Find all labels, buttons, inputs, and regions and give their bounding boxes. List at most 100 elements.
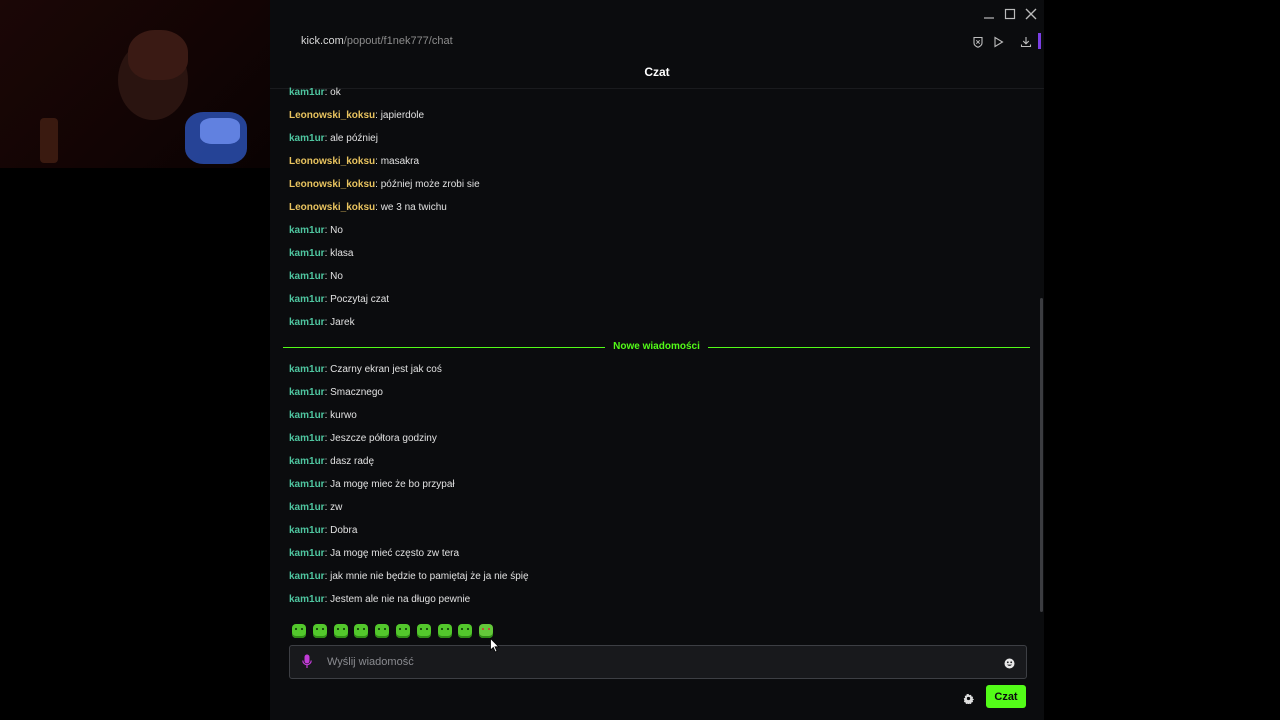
chat-message-text: kurwo	[330, 410, 357, 421]
chat-input-box[interactable]	[289, 645, 1027, 679]
chat-message-text: Poczytaj czat	[330, 294, 390, 305]
chat-username[interactable]: kam1ur	[289, 387, 325, 398]
chat-message: Leonowski_koksu: później może zrobi sie	[289, 179, 480, 190]
download-icon[interactable]	[1018, 35, 1034, 49]
chat-message-text: ok	[330, 87, 341, 98]
chat-message-input[interactable]	[327, 654, 987, 670]
emote-8-icon[interactable]	[437, 624, 452, 638]
chat-username[interactable]: kam1ur	[289, 410, 325, 421]
chat-message-list[interactable]: Nowe wiadomości kam1ur: ok Leonowski_koks…	[270, 84, 1044, 614]
extension-indicator	[1038, 33, 1041, 49]
chat-username[interactable]: kam1ur	[289, 502, 325, 513]
chat-username[interactable]: kam1ur	[289, 317, 325, 328]
play-icon[interactable]	[990, 35, 1006, 49]
webcam-overlay	[0, 0, 298, 168]
emote-4-icon[interactable]	[354, 624, 369, 638]
chat-username[interactable]: Leonowski_koksu	[289, 202, 375, 213]
chat-username[interactable]: kam1ur	[289, 571, 325, 582]
chat-message: kam1ur: kurwo	[289, 410, 357, 421]
chat-username[interactable]: kam1ur	[289, 594, 325, 605]
chat-message-text: ale później	[330, 133, 378, 144]
address-bar[interactable]: kick.com/popout/f1nek777/chat	[270, 28, 1044, 56]
chat-username[interactable]: Leonowski_koksu	[289, 156, 375, 167]
send-chat-button[interactable]: Czat	[986, 685, 1026, 708]
chat-message: kam1ur: jak mnie nie będzie to pamiętaj …	[289, 571, 529, 582]
chat-message-text: japierdole	[380, 110, 425, 121]
chat-message-text: No	[330, 225, 343, 236]
chat-message-text: Dobra	[330, 525, 358, 536]
chat-message-text: jak mnie nie będzie to pamiętaj że ja ni…	[330, 571, 529, 582]
chat-message: kam1ur: ale później	[289, 133, 378, 144]
chat-message: kam1ur: No	[289, 271, 343, 282]
chat-message-text: Jarek	[330, 317, 355, 328]
close-icon[interactable]	[1021, 5, 1041, 23]
url-host: kick.com	[301, 35, 344, 47]
chat-message: kam1ur: dasz radę	[289, 456, 375, 467]
chat-username[interactable]: Leonowski_koksu	[289, 110, 375, 121]
minimize-icon[interactable]	[979, 5, 999, 23]
chat-message: kam1ur: zw	[289, 502, 343, 513]
chat-message-text: masakra	[380, 156, 420, 167]
chat-message-text: klasa	[330, 248, 354, 259]
chat-message: kam1ur: ok	[289, 87, 341, 98]
chat-message-text: we 3 na twichu	[380, 202, 447, 213]
chat-username[interactable]: kam1ur	[289, 525, 325, 536]
window-title-bar	[270, 0, 1044, 28]
shield-icon[interactable]	[970, 35, 986, 49]
chat-username[interactable]: kam1ur	[289, 364, 325, 375]
chat-message-text: Smacznego	[330, 387, 383, 398]
chat-message-text: No	[330, 271, 343, 282]
chat-message-text: Jestem ale nie na długo pewnie	[330, 594, 471, 605]
chat-username[interactable]: kam1ur	[289, 548, 325, 559]
chat-username[interactable]: kam1ur	[289, 225, 325, 236]
chat-message: kam1ur: Jestem ale nie na długo pewnie	[289, 594, 471, 605]
emote-2-icon[interactable]	[312, 624, 327, 638]
url-path: /popout/f1nek777/chat	[343, 35, 453, 47]
chat-message: kam1ur: Smacznego	[289, 387, 383, 398]
chat-popout-window: kick.com/popout/f1nek777/chat Czat Nowe …	[270, 0, 1044, 720]
chat-username[interactable]: Leonowski_koksu	[289, 179, 375, 190]
chat-message-text: później może zrobi sie	[380, 179, 480, 190]
chat-message: kam1ur: klasa	[289, 248, 354, 259]
chat-message: Leonowski_koksu: masakra	[289, 156, 420, 167]
chat-username[interactable]: kam1ur	[289, 456, 325, 467]
emote-3-icon[interactable]	[333, 624, 348, 638]
settings-gear-icon[interactable]	[963, 691, 975, 709]
emoji-icon[interactable]	[1004, 656, 1015, 674]
chat-message-text: Czarny ekran jest jak coś	[330, 364, 442, 375]
chat-message: kam1ur: Dobra	[289, 525, 358, 536]
chat-username[interactable]: kam1ur	[289, 479, 325, 490]
chat-username[interactable]: kam1ur	[289, 133, 325, 144]
mouse-cursor-icon	[490, 637, 500, 658]
chat-message: kam1ur: Jeszcze półtora godziny	[289, 433, 437, 444]
chat-message: kam1ur: No	[289, 225, 343, 236]
chat-username[interactable]: kam1ur	[289, 271, 325, 282]
emote-7-icon[interactable]	[416, 624, 431, 638]
chat-message: kam1ur: Czarny ekran jest jak coś	[289, 364, 442, 375]
chat-username[interactable]: kam1ur	[289, 294, 325, 305]
chat-message-text: Ja mogę mieć często zw tera	[330, 548, 460, 559]
emote-9-icon[interactable]	[458, 624, 473, 638]
microphone-icon[interactable]	[302, 654, 312, 674]
new-messages-divider: Nowe wiadomości	[283, 341, 1030, 353]
chat-username[interactable]: kam1ur	[289, 87, 325, 98]
emote-5-icon[interactable]	[375, 624, 390, 638]
emote-10-icon[interactable]	[479, 624, 494, 638]
chat-username[interactable]: kam1ur	[289, 248, 325, 259]
chat-message-text: Ja mogę miec że bo przypał	[330, 479, 455, 490]
chat-message: kam1ur: Jarek	[289, 317, 355, 328]
chat-message: kam1ur: Ja mogę mieć często zw tera	[289, 548, 460, 559]
chat-message-text: dasz radę	[330, 456, 375, 467]
chat-scrollbar[interactable]	[1040, 298, 1043, 612]
chat-username[interactable]: kam1ur	[289, 433, 325, 444]
chat-message: Leonowski_koksu: we 3 na twichu	[289, 202, 447, 213]
chat-message-text: zw	[330, 502, 343, 513]
emote-1-icon[interactable]	[292, 624, 306, 638]
new-messages-label: Nowe wiadomości	[609, 341, 704, 352]
maximize-icon[interactable]	[1000, 5, 1020, 23]
chat-message: kam1ur: Ja mogę miec że bo przypał	[289, 479, 455, 490]
emote-6-icon[interactable]	[396, 624, 410, 638]
url-text[interactable]: kick.com/popout/f1nek777/chat	[301, 35, 453, 47]
chat-message: Leonowski_koksu: japierdole	[289, 110, 425, 121]
chat-message: kam1ur: Poczytaj czat	[289, 294, 390, 305]
